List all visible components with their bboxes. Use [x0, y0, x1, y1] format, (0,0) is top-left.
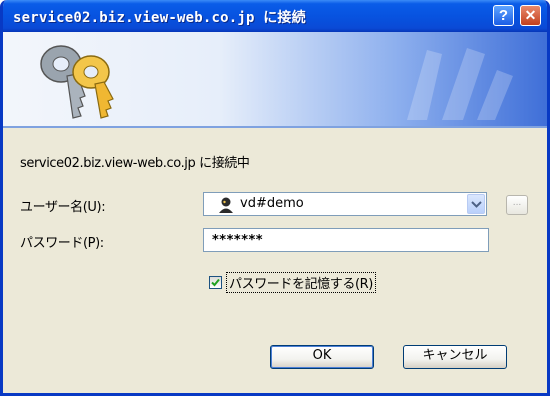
keys-icon — [40, 45, 114, 119]
close-button[interactable]: ✕ — [520, 5, 541, 26]
banner-divider — [3, 126, 547, 128]
help-button[interactable]: ? — [493, 5, 514, 26]
user-name-value: vd#demo — [240, 196, 304, 211]
connecting-message: service02.biz.view-web.co.jp に接続中 — [20, 156, 250, 171]
remember-password-checkbox[interactable] — [209, 276, 222, 289]
user-name-label: ユーザー名(U): — [20, 200, 106, 215]
user-icon — [219, 197, 233, 213]
remember-password-label[interactable]: パスワードを記憶する(R) — [226, 272, 376, 293]
title-bar[interactable]: service02.biz.view-web.co.jp に接続 ? ✕ — [3, 0, 547, 32]
chevron-down-icon — [471, 201, 482, 208]
checkmark-icon — [211, 278, 220, 287]
browse-button[interactable]: ... — [506, 195, 528, 215]
cancel-button[interactable]: キャンセル — [403, 345, 507, 369]
ok-button[interactable]: OK — [270, 345, 374, 369]
password-field[interactable]: ******* — [203, 228, 489, 252]
dropdown-arrow-button[interactable] — [467, 194, 485, 214]
password-label: パスワード(P): — [20, 236, 104, 251]
login-dialog: service02.biz.view-web.co.jp に接続 ? ✕ ser… — [0, 0, 550, 396]
banner-decoration-icon — [407, 48, 513, 120]
user-name-combobox[interactable]: vd#demo — [203, 192, 487, 216]
dialog-banner — [3, 32, 547, 126]
window-title: service02.biz.view-web.co.jp に接続 — [13, 10, 306, 26]
